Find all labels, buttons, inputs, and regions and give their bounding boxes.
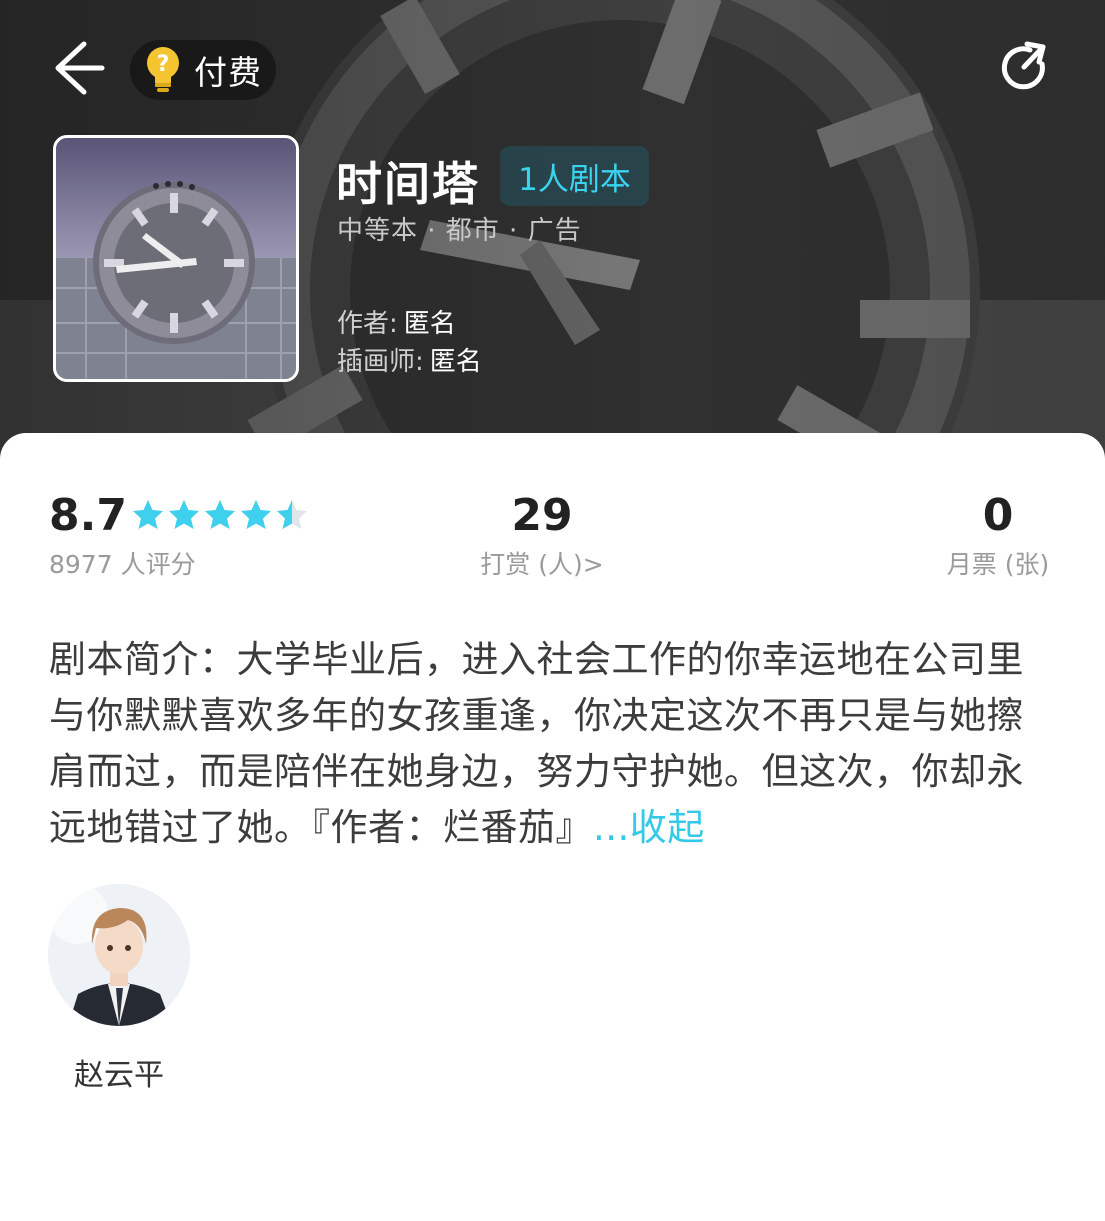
synopsis-body: 剧本简介：大学毕业后，进入社会工作的你幸运地在公司里与你默默喜欢多年的女孩重逢，… xyxy=(49,638,1024,849)
character-portrait xyxy=(48,884,190,1026)
star-rating xyxy=(131,498,309,532)
cover-image xyxy=(53,135,299,382)
clock-tower-cover-art xyxy=(56,138,296,379)
lightbulb-icon: ? xyxy=(147,47,179,92)
illustrator-value: 匿名 xyxy=(429,347,482,377)
share-button[interactable] xyxy=(998,40,1054,96)
share-icon xyxy=(1001,41,1046,90)
svg-text:?: ? xyxy=(157,52,170,77)
rater-count: 8977 人评分 xyxy=(49,550,196,579)
star-icon xyxy=(169,500,199,529)
synopsis-text: 剧本简介：大学毕业后，进入社会工作的你幸运地在公司里与你默默喜欢多年的女孩重逢，… xyxy=(49,632,1049,856)
arrow-left-icon xyxy=(55,41,105,95)
monthly-ticket-count: 0 xyxy=(982,490,1014,541)
tips-link[interactable]: 打赏 (人)> xyxy=(462,545,622,581)
paid-label: 付费 xyxy=(194,53,262,92)
author-credit: 作者: 匿名 xyxy=(337,303,456,340)
star-icon xyxy=(241,500,271,529)
tips-count[interactable]: 29 xyxy=(472,490,612,541)
rating-score: 8.7 xyxy=(49,490,127,541)
star-icon xyxy=(133,500,163,529)
monthly-ticket-label: 月票 (张) xyxy=(946,550,1050,579)
illustrator-label: 插画师: xyxy=(337,347,424,377)
script-title: 时间塔 xyxy=(336,157,480,211)
player-count-tag[interactable]: 1人剧本 xyxy=(500,146,649,206)
paid-badge[interactable]: ? 付费 xyxy=(130,40,276,100)
half-star-icon xyxy=(277,500,307,529)
genre-tags: 中等本 · 都市 · 广告 xyxy=(337,216,582,246)
illustrator-credit: 插画师: 匿名 xyxy=(337,341,482,378)
character-name: 赵云平 xyxy=(74,1058,164,1093)
collapse-link[interactable]: ...收起 xyxy=(593,806,705,849)
star-icon xyxy=(205,500,235,529)
author-value: 匿名 xyxy=(403,309,456,339)
author-label: 作者: xyxy=(337,309,398,339)
character-avatar[interactable] xyxy=(48,884,190,1026)
back-button[interactable] xyxy=(50,38,110,98)
